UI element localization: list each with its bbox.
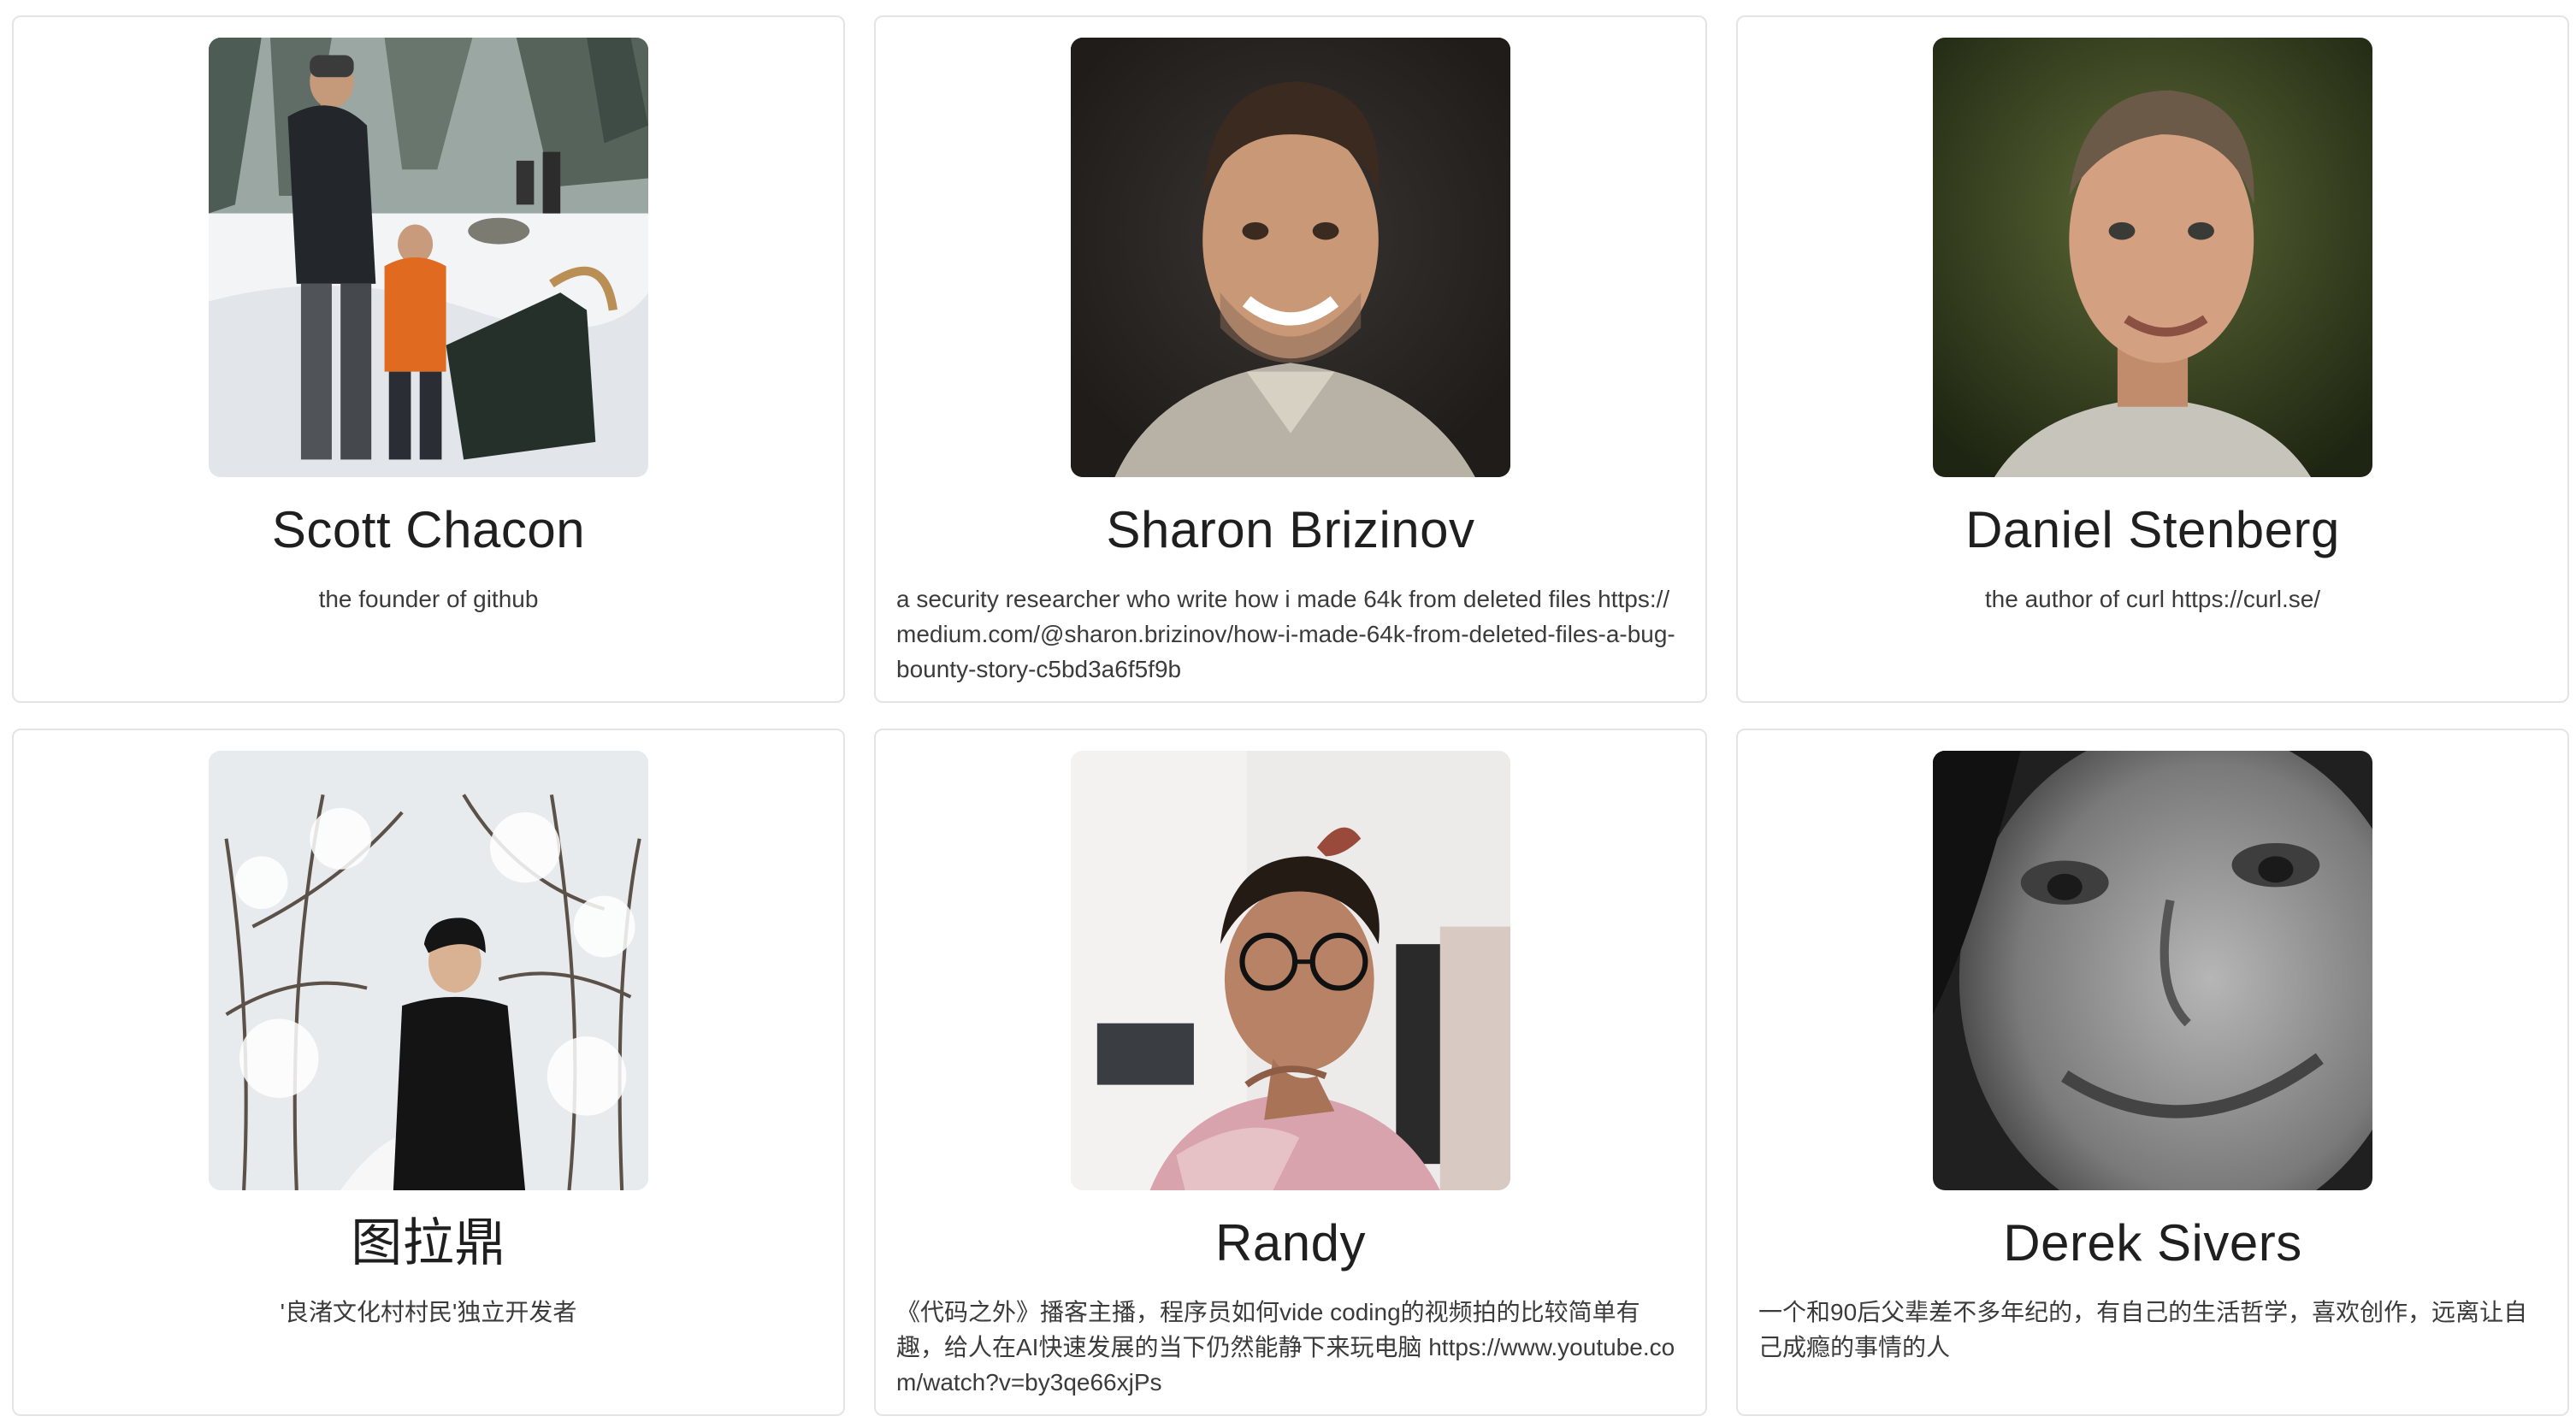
person-name: Scott Chacon — [271, 501, 586, 558]
person-bio: '良渚文化村村民'独立开发者 — [280, 1299, 577, 1325]
person-card-5: Randy 《代码之外》播客主播，程序员如何vide coding的视频拍的比较… — [874, 729, 1707, 1416]
person-bio: the founder of github — [318, 586, 539, 612]
person-name: 图拉鼎 — [351, 1214, 506, 1272]
person-bio: a security researcher who write how i ma… — [896, 586, 1675, 682]
person-card-2: Sharon Brizinov a security researcher wh… — [874, 15, 1707, 703]
person-photo — [1071, 751, 1510, 1190]
person-bio: the author of curl https://curl.se/ — [1984, 586, 2321, 612]
person-bio: 《代码之外》播客主播，程序员如何vide coding的视频拍的比较简单有趣，给… — [896, 1299, 1675, 1396]
person-photo — [1933, 38, 2372, 477]
person-photo — [1933, 751, 2372, 1190]
person-card-3: Daniel Stenberg the author of curl https… — [1736, 15, 2569, 703]
person-name: Sharon Brizinov — [1106, 501, 1475, 558]
person-card-6: Derek Sivers 一个和90后父辈差不多年纪的，有自己的生活哲学，喜欢创… — [1736, 729, 2569, 1416]
people-grid: Scott Chacon the founder of github Sharo… — [12, 15, 2569, 1416]
person-name: Randy — [1215, 1214, 1366, 1272]
person-card-1: Scott Chacon the founder of github — [12, 15, 845, 703]
person-photo — [209, 38, 648, 477]
person-card-4: 图拉鼎 '良渚文化村村民'独立开发者 — [12, 729, 845, 1416]
person-bio: 一个和90后父辈差不多年纪的，有自己的生活哲学，喜欢创作，远离让自己成瘾的事情的… — [1758, 1299, 2528, 1360]
person-photo — [1071, 38, 1510, 477]
person-name: Derek Sivers — [2003, 1214, 2302, 1272]
person-name: Daniel Stenberg — [1965, 501, 2340, 558]
person-photo — [209, 751, 648, 1190]
